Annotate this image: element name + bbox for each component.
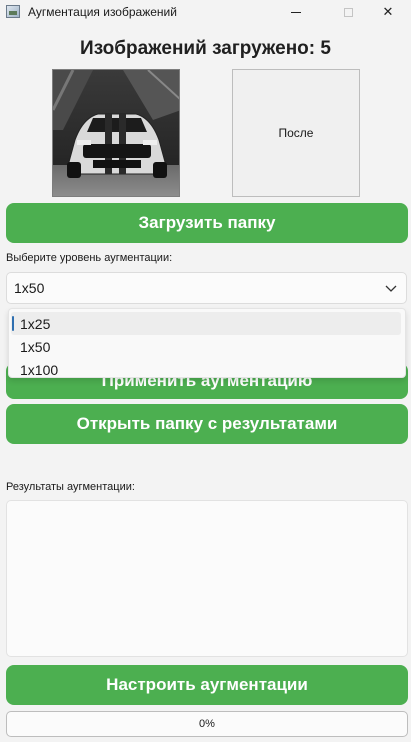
close-icon: ✕ (382, 4, 394, 19)
close-button[interactable]: ✕ (365, 0, 411, 24)
results-label: Результаты аугментации: (6, 481, 135, 493)
images-loaded-heading: Изображений загружено: 5 (80, 38, 331, 59)
title-bar: Аугментация изображений ✕ (0, 0, 411, 24)
progress-text: 0% (199, 718, 215, 730)
progress-bar: 0% (6, 711, 408, 737)
after-label: После (278, 126, 314, 140)
level-select-value: 1x50 (14, 280, 45, 296)
load-folder-button[interactable]: Загрузить папку (6, 203, 408, 243)
before-image (52, 69, 180, 197)
configure-augmentations-button[interactable]: Настроить аугментации (6, 665, 408, 705)
minimize-button[interactable] (273, 0, 319, 24)
level-option[interactable]: 1x50 (9, 335, 405, 358)
level-option[interactable]: 1x25 (11, 312, 401, 335)
car-photo (53, 70, 179, 196)
chevron-down-icon (385, 285, 397, 292)
results-textarea[interactable] (6, 500, 408, 657)
level-dropdown-list: 1x25 1x50 1x100 (8, 308, 406, 378)
maximize-icon (343, 7, 353, 17)
level-label: Выберите уровень аугментации: (6, 252, 173, 264)
selection-accent (12, 316, 14, 331)
after-image-placeholder: После (232, 69, 360, 197)
open-results-folder-button[interactable]: Открыть папку с результатами (6, 404, 408, 444)
app-icon (6, 5, 20, 18)
minimize-icon (291, 11, 301, 13)
level-select[interactable]: 1x50 (6, 272, 407, 304)
level-option[interactable]: 1x100 (9, 358, 405, 381)
window-title: Аугментация изображений (28, 5, 177, 19)
